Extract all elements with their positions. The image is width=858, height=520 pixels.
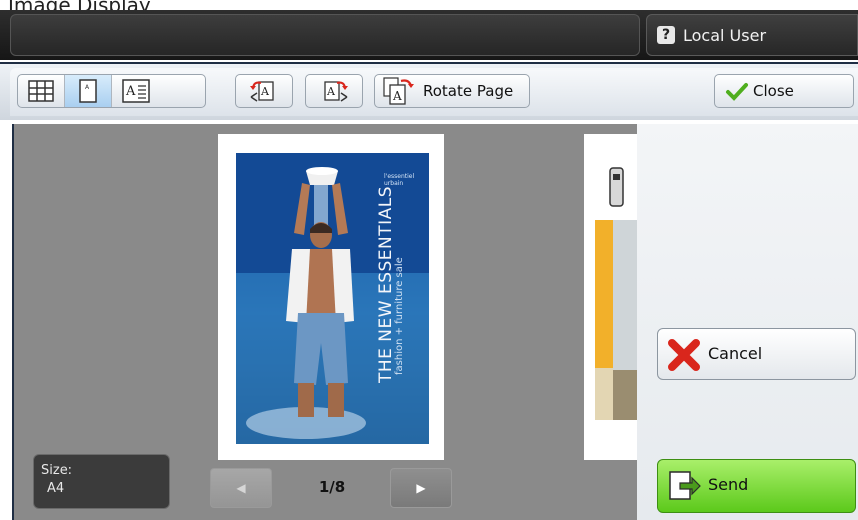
next-page-preview[interactable] — [584, 134, 637, 460]
cancel-label: Cancel — [708, 344, 763, 363]
triangle-left-icon: ◀ — [236, 481, 246, 495]
rotate-left-button[interactable]: A — [235, 74, 293, 108]
close-button[interactable]: Close — [714, 74, 854, 108]
previous-page-button[interactable]: ◀ — [210, 468, 272, 508]
cancel-button[interactable]: Cancel — [657, 328, 856, 380]
message-area — [10, 14, 640, 56]
next-page-image — [595, 167, 637, 420]
preview-page-image: l'essentiel urbain THE NEW ESSENTIALS fa… — [236, 153, 429, 444]
svg-text:A: A — [125, 84, 136, 99]
svg-text:A: A — [392, 89, 402, 103]
svg-text:A: A — [326, 85, 336, 98]
send-button[interactable]: Send — [657, 459, 856, 513]
next-page-button[interactable]: ▶ — [390, 468, 452, 508]
rotate-page-label: Rotate Page — [423, 82, 514, 100]
send-document-icon — [669, 471, 701, 500]
triangle-right-icon: ▶ — [416, 481, 426, 495]
page-icon: A — [79, 79, 97, 103]
toolbar-panel: A A A A A Rotate Page Close — [10, 68, 858, 116]
size-badge: Size: A4 — [33, 454, 170, 509]
grid-icon — [28, 80, 54, 102]
rotate-right-button[interactable]: A — [305, 74, 363, 108]
rotate-page-icon: A — [383, 77, 414, 105]
rotate-right-icon: A — [324, 81, 348, 102]
red-x-icon — [668, 339, 700, 371]
page-detail-view-button[interactable]: A — [112, 75, 159, 107]
rotate-left-icon: A — [250, 81, 274, 102]
send-label: Send — [708, 475, 749, 494]
page-navigator: ◀ 1/8 ▶ — [210, 468, 454, 508]
poster-brand: l'essentiel urbain — [384, 173, 415, 187]
page-indicator: 1/8 — [318, 478, 346, 496]
page-text-icon: A — [121, 79, 150, 103]
rotate-page-button[interactable]: A Rotate Page — [374, 74, 530, 108]
user-label: Local User — [683, 26, 767, 45]
single-page-view-button[interactable]: A — [65, 75, 112, 107]
poster-title: THE NEW ESSENTIALS — [376, 185, 396, 383]
thumbnail-grid-view-button[interactable] — [18, 75, 65, 107]
close-label: Close — [753, 82, 794, 100]
poster-subtitle: fashion + furniture sale — [394, 257, 405, 375]
check-icon — [726, 83, 748, 101]
user-button[interactable]: ? Local User — [646, 14, 858, 56]
key-user-icon: ? — [657, 26, 675, 44]
size-value: A4 — [47, 481, 65, 496]
view-mode-selector: A A — [17, 74, 206, 108]
size-label: Size: — [41, 463, 73, 478]
svg-text:A: A — [260, 85, 270, 98]
